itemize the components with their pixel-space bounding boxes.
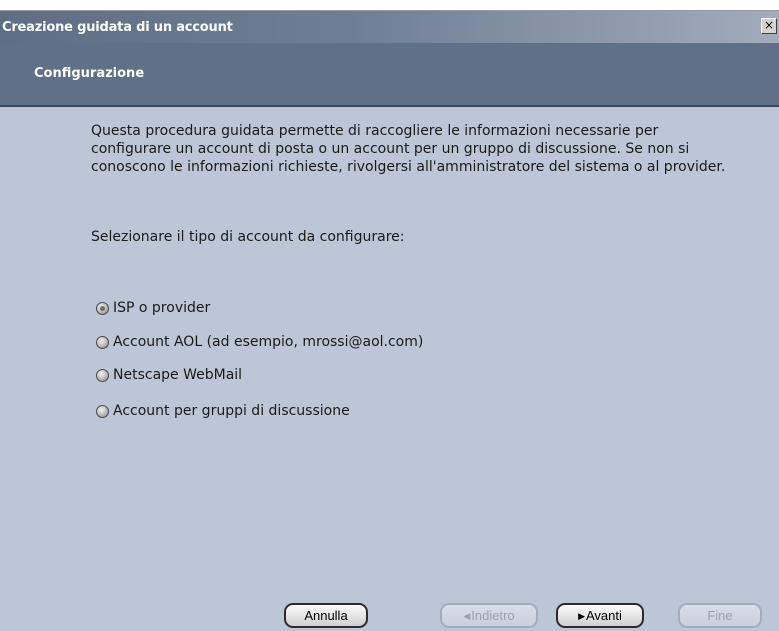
option-webmail[interactable]: Netscape WebMail xyxy=(96,365,242,385)
window-title: Creazione guidata di un account xyxy=(2,20,233,35)
radio-isp[interactable] xyxy=(96,301,109,315)
account-type-prompt: Selezionare il tipo di account da config… xyxy=(91,229,405,245)
page-title: Configurazione xyxy=(34,66,145,81)
intro-text: Questa procedura guidata permette di rac… xyxy=(91,123,726,175)
option-label[interactable]: Account per gruppi di discussione xyxy=(113,403,350,419)
option-isp[interactable]: ISP o provider xyxy=(96,298,210,318)
next-button[interactable]: ▶Avanti xyxy=(556,603,644,628)
option-label[interactable]: Netscape WebMail xyxy=(113,367,242,383)
next-button-label: Avanti xyxy=(586,608,622,623)
finish-button[interactable]: Fine xyxy=(678,603,762,628)
option-aol[interactable]: Account AOL (ad esempio, mrossi@aol.com) xyxy=(96,332,423,352)
back-arrow-icon: ◀ xyxy=(463,611,471,621)
cancel-button[interactable]: Annulla xyxy=(284,603,368,628)
back-button[interactable]: ◀Indietro xyxy=(440,603,538,628)
close-icon[interactable]: × xyxy=(761,18,777,34)
account-wizard-window: Creazione guidata di un account × Config… xyxy=(0,10,779,631)
radio-newsgroups[interactable] xyxy=(96,404,109,418)
radio-webmail[interactable] xyxy=(96,368,109,382)
option-label[interactable]: ISP o provider xyxy=(113,300,210,316)
radio-aol[interactable] xyxy=(96,335,109,349)
option-label[interactable]: Account AOL (ad esempio, mrossi@aol.com) xyxy=(113,334,423,350)
wizard-header: Configurazione xyxy=(0,43,779,107)
next-arrow-icon: ▶ xyxy=(578,611,585,621)
wizard-content: Questa procedura guidata permette di rac… xyxy=(0,107,779,631)
option-newsgroups[interactable]: Account per gruppi di discussione xyxy=(96,401,350,421)
title-bar[interactable]: Creazione guidata di un account × xyxy=(0,10,779,44)
back-button-label: Indietro xyxy=(471,608,515,623)
